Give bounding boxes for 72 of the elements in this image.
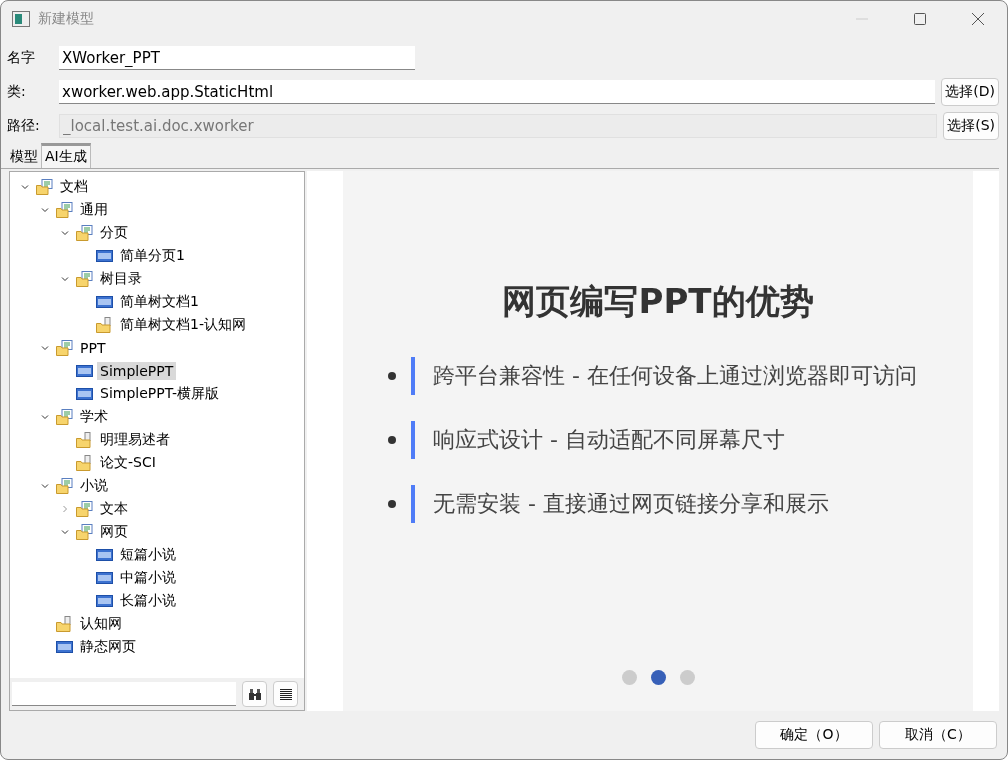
tree-item[interactable]: 认知网 bbox=[77, 613, 125, 634]
folder-document-icon bbox=[76, 270, 93, 287]
tree-item[interactable]: 分页 bbox=[97, 222, 131, 243]
folder-icon bbox=[76, 454, 93, 471]
window-title: 新建模型 bbox=[38, 10, 94, 28]
text-field[interactable]: XWorker_PPT bbox=[59, 46, 415, 70]
bullet-dot-icon bbox=[388, 436, 396, 444]
binoculars-icon bbox=[248, 688, 261, 700]
tree-item[interactable]: 长篇小说 bbox=[117, 590, 179, 611]
tree-item[interactable]: 明理易述者 bbox=[97, 429, 173, 450]
tree-item[interactable]: 小说 bbox=[77, 475, 111, 496]
html-file-icon bbox=[76, 387, 93, 400]
tree-item[interactable]: 中篇小说 bbox=[117, 567, 179, 588]
field-label: 名字 bbox=[7, 49, 36, 67]
tree-item[interactable]: 文档 bbox=[57, 176, 91, 197]
page-dot[interactable] bbox=[679, 670, 695, 685]
folder-document-icon bbox=[76, 523, 93, 540]
folder-document-icon bbox=[76, 500, 93, 517]
page-dot[interactable] bbox=[621, 670, 637, 685]
tab[interactable]: 模型 bbox=[7, 146, 41, 168]
field-label: 路径: bbox=[7, 117, 41, 135]
tree-item[interactable]: 简单树文档1 bbox=[117, 291, 202, 312]
text-field[interactable]: xworker.web.app.StaticHtml bbox=[59, 80, 936, 104]
dialog-button[interactable]: 确定（O） bbox=[755, 721, 873, 749]
html-file-icon bbox=[96, 594, 113, 607]
list-button[interactable] bbox=[273, 681, 298, 707]
tree-item[interactable]: 通用 bbox=[77, 199, 111, 220]
tree-item[interactable]: PPT bbox=[77, 338, 109, 357]
tree-item[interactable]: 短篇小说 bbox=[117, 544, 179, 565]
field-label: 类: bbox=[7, 83, 27, 101]
choose-button[interactable]: 选择(D) bbox=[941, 78, 999, 106]
folder-document-icon bbox=[76, 224, 93, 241]
tree-item[interactable]: 树目录 bbox=[97, 268, 145, 289]
folder-icon bbox=[96, 316, 113, 333]
folder-icon bbox=[76, 431, 93, 448]
folder-document-icon bbox=[36, 178, 53, 195]
html-file-icon bbox=[96, 548, 113, 561]
app-icon bbox=[12, 11, 30, 27]
filter-field[interactable] bbox=[12, 682, 236, 706]
tree-item[interactable]: SimplePPT bbox=[97, 361, 177, 380]
html-file-icon bbox=[96, 295, 113, 308]
tab[interactable]: AI生成 bbox=[41, 143, 91, 168]
expand-chevron-icon[interactable] bbox=[60, 503, 70, 514]
tree-item[interactable]: 简单树文档1-认知网 bbox=[117, 314, 249, 335]
html-file-icon bbox=[96, 571, 113, 584]
slide-title: 网页编写PPT的优势 bbox=[502, 280, 814, 323]
tree-item[interactable]: SimplePPT-横屏版 bbox=[97, 383, 222, 404]
tree-item[interactable]: 学术 bbox=[77, 406, 111, 427]
folder-icon bbox=[56, 615, 73, 632]
bullet-text: 无需安装 - 直接通过网页链接分享和展示 bbox=[411, 485, 829, 523]
tree-item[interactable]: 网页 bbox=[97, 521, 131, 542]
tree-item[interactable]: 静态网页 bbox=[77, 636, 139, 657]
bullet-dot-icon bbox=[388, 372, 396, 380]
html-file-icon bbox=[56, 640, 73, 653]
bullet-text: 响应式设计 - 自动适配不同屏幕尺寸 bbox=[411, 421, 785, 459]
page-dot[interactable] bbox=[650, 670, 666, 685]
bullet-dot-icon bbox=[388, 500, 396, 508]
find-button[interactable] bbox=[242, 681, 267, 707]
list-icon bbox=[279, 688, 292, 700]
close-icon[interactable] bbox=[971, 12, 985, 26]
maximize-icon[interactable] bbox=[913, 12, 927, 26]
folder-document-icon bbox=[56, 477, 73, 494]
folder-document-icon bbox=[56, 339, 73, 356]
folder-document-icon bbox=[56, 408, 73, 425]
bullet-text: 跨平台兼容性 - 在任何设备上通过浏览器即可访问 bbox=[411, 357, 917, 395]
html-file-icon bbox=[76, 364, 93, 377]
tree-item[interactable]: 论文-SCI bbox=[97, 452, 159, 473]
dialog-button[interactable]: 取消（C） bbox=[879, 721, 997, 749]
folder-document-icon bbox=[56, 201, 73, 218]
tree-item[interactable]: 文本 bbox=[97, 498, 131, 519]
html-file-icon bbox=[96, 249, 113, 262]
tree-item[interactable]: 简单分页1 bbox=[117, 245, 188, 266]
